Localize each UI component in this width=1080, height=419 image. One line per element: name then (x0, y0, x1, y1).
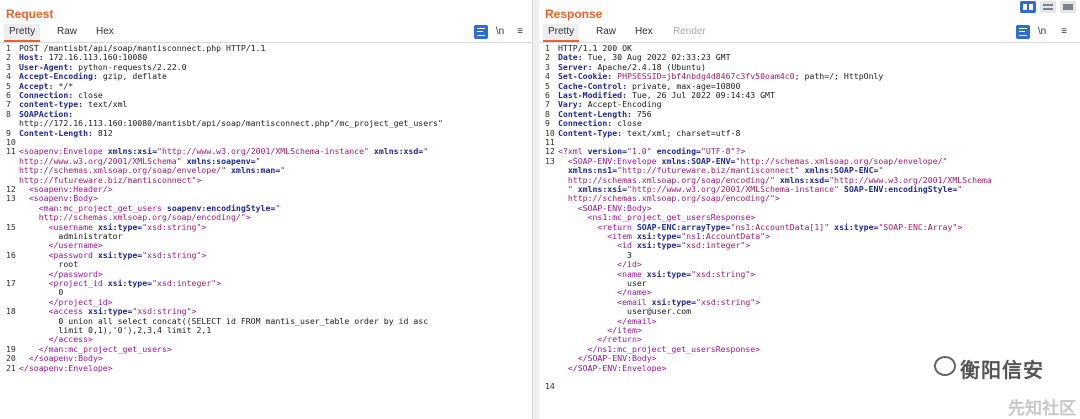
line-number: 14 (545, 381, 555, 392)
code-token: xsi:type= (636, 240, 682, 251)
code-token: ; path=/; HttpOnly (794, 71, 884, 82)
layout-stacked-icon[interactable] (1040, 1, 1056, 13)
code-token: "xsd:string" (142, 249, 202, 260)
code-token: text/xml; charset=utf-8 (627, 127, 741, 138)
tab-hex[interactable]: Hex (96, 24, 114, 42)
code-token: " (957, 184, 963, 194)
code-token: " (275, 202, 281, 213)
code-token: "xsd:integer" (681, 240, 746, 251)
watermark-text: 衡阳信安 (934, 354, 1044, 383)
code-token: > (201, 221, 207, 232)
code-token: xmlns:man= (230, 165, 281, 176)
code-line: 21 </soapenv:Envelope> (0, 362, 532, 373)
line-number: 18 (6, 306, 16, 317)
line-number: 17 (6, 278, 16, 288)
code-token: "xsd:string" (696, 296, 756, 307)
line-number: 13 (545, 155, 555, 166)
line-number: 16 (6, 249, 16, 260)
code-token: text/xml (88, 99, 128, 110)
menu-icon[interactable]: ≡ (1057, 25, 1071, 39)
request-panel: Request Pretty Raw Hex \n ≡ 1 POST /manti… (0, 0, 533, 419)
code-token: Content-Length: (19, 127, 98, 138)
response-panel: Response Pretty Raw Hex Render \n ≡ 1 HTT… (539, 0, 1080, 419)
request-title: Request (6, 7, 54, 21)
newline-toggle-button[interactable]: \n (493, 25, 507, 39)
line-number: 15 (6, 221, 16, 232)
line-text: Content-Type: text/xml; charset=utf-8 (558, 127, 741, 138)
code-token: "xsd:string" (142, 221, 202, 232)
code-token: "SOAP-ENC:Array" (878, 221, 958, 232)
tab-hex[interactable]: Hex (635, 24, 653, 42)
layout-single-icon[interactable] (1060, 1, 1076, 13)
code-token: > (774, 193, 780, 204)
code-line: 4 Accept-Encoding: gzip, deflate (0, 71, 532, 82)
layout-side-by-side-icon[interactable] (1020, 1, 1036, 13)
code-token: > (755, 296, 761, 307)
code-token: xsi:type= (834, 221, 879, 232)
code-token: > (201, 249, 207, 260)
code-token: </soapenv:Envelope> (19, 362, 113, 373)
code-line: 7 content-type: text/xml (0, 99, 532, 110)
code-line: 9 Content-Length: 812 (0, 127, 532, 138)
code-line: 16 <password xsi:type="xsd:string"> (0, 249, 532, 260)
code-token: > (216, 278, 222, 288)
code-token: " (280, 165, 286, 176)
tab-raw[interactable]: Raw (596, 24, 616, 42)
line-text: Content-Length: 812 (19, 127, 113, 138)
line-number: 8 (6, 108, 11, 119)
newline-toggle-button[interactable]: \n (1035, 25, 1049, 39)
code-token: xsi:type= (107, 278, 153, 288)
code-line: 10 Content-Type: text/xml; charset=utf-8 (539, 127, 1080, 138)
tab-pretty[interactable]: Pretty (543, 24, 580, 42)
code-line: 14 (539, 381, 1080, 392)
code-token: </SOAP-ENV:Envelope> (558, 362, 667, 373)
wechat-icon (934, 356, 956, 376)
menu-icon[interactable]: ≡ (513, 25, 527, 39)
tab-pretty[interactable]: Pretty (4, 24, 41, 42)
code-token: > (765, 231, 770, 241)
wrap-lines-icon[interactable] (474, 25, 488, 39)
line-number: 13 (6, 193, 16, 204)
code-token: xmlns:xsd= (373, 146, 424, 157)
code-line: 17 <project_id xsi:type="xsd:integer"> (0, 278, 532, 288)
code-token: > (245, 212, 251, 223)
wrap-lines-icon[interactable] (1016, 25, 1030, 39)
line-number: 11 (6, 146, 16, 157)
watermark-main: 衡阳信安 (960, 360, 1044, 382)
watermark-sub: 先知社区 (1008, 399, 1076, 418)
code-token: "xsd:integer" (152, 278, 217, 288)
code-token: 812 (97, 127, 113, 138)
code-token: gzip, deflate (102, 71, 167, 82)
code-token: " (423, 146, 429, 157)
code-token: > (196, 174, 202, 185)
code-token: xsi:type= (646, 268, 692, 279)
code-token: SOAP-ENV:encodingStyle= (843, 184, 958, 194)
code-token: > (745, 240, 751, 251)
line-text: </soapenv:Envelope> (19, 362, 113, 373)
response-title: Response (545, 7, 603, 21)
code-token: > (957, 221, 963, 232)
line-text: </SOAP-ENV:Envelope> (558, 362, 667, 373)
code-token: Content-Type: (558, 127, 628, 138)
code-token: xsi:type= (97, 249, 143, 260)
code-token: > (750, 268, 756, 279)
code-token: "xsd:string" (691, 268, 751, 279)
tab-raw[interactable]: Raw (57, 24, 77, 42)
line-number: 21 (6, 362, 16, 373)
tab-render[interactable]: Render (673, 24, 706, 42)
